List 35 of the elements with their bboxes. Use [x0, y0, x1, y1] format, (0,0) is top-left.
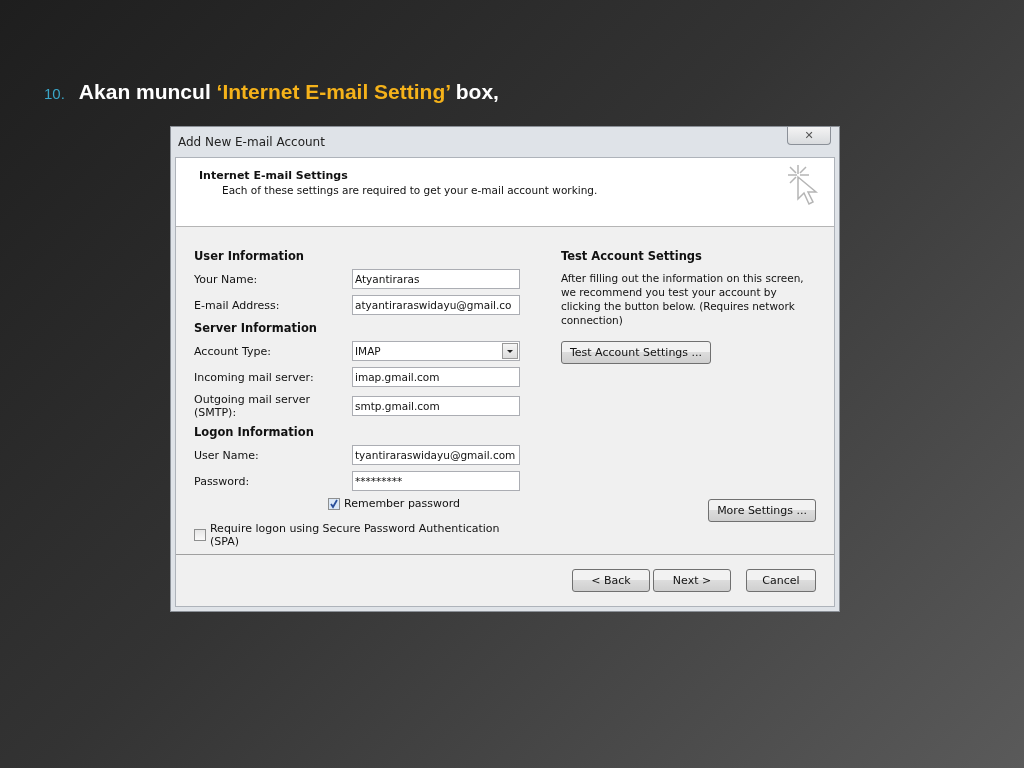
input-field[interactable]: atyantiraraswidayu@gmail.co — [352, 295, 520, 315]
slide-heading: Akan muncul ‘Internet E-mail Setting’ box, — [78, 80, 499, 104]
password-field[interactable]: ********* — [352, 471, 520, 491]
close-button[interactable]: ✕ — [787, 127, 831, 145]
header-subtitle: Each of these settings are required to get your e-mail account working. — [221, 183, 598, 196]
field-label: Incoming mail server: — [194, 370, 315, 384]
slide-number: 10. — [44, 85, 65, 102]
section-heading: Test Account Settings — [560, 249, 703, 263]
field-label: User Name: — [194, 448, 260, 462]
section-heading: User Information — [194, 249, 305, 263]
description-text: After filling out the information on this screen, we recommend you test your account by clicking the button below. (Requires network connection) — [560, 271, 805, 327]
field-label: Password: — [194, 474, 251, 488]
section-heading: Logon Information — [194, 425, 315, 439]
input-field[interactable]: smtp.gmail.com — [352, 396, 520, 416]
header-title: Internet E-mail Settings — [198, 168, 349, 182]
field-label: Outgoing mail server (SMTP): — [194, 393, 312, 419]
window-title: Add New E-mail Account — [177, 134, 325, 149]
field-label: E-mail Address: — [194, 298, 281, 312]
checkbox-label: Remember password — [344, 497, 461, 510]
more-settings-button[interactable]: More Settings ... — [708, 499, 816, 522]
section-heading: Server Information — [194, 321, 319, 335]
account-type-dropdown[interactable]: IMAP — [352, 341, 520, 361]
dialog-button[interactable]: Cancel — [746, 569, 816, 592]
input-field[interactable]: tyantiraraswidayu@gmail.com — [352, 445, 520, 465]
field-label: Your Name: — [194, 272, 259, 286]
checkmark-icon — [329, 498, 339, 509]
input-field[interactable]: Atyantiraras — [352, 269, 520, 289]
checkbox-label: Require logon using Secure Password Authentication (SPA) — [209, 522, 501, 548]
checkbox[interactable] — [328, 497, 340, 510]
field-label: Account Type: — [194, 344, 272, 358]
dialog-button[interactable]: < Back — [572, 569, 650, 592]
test-account-settings-button[interactable]: Test Account Settings ... — [560, 341, 712, 364]
checkbox[interactable] — [194, 529, 206, 541]
input-field[interactable]: imap.gmail.com — [352, 367, 520, 387]
dialog-button[interactable]: Next > — [653, 569, 731, 592]
